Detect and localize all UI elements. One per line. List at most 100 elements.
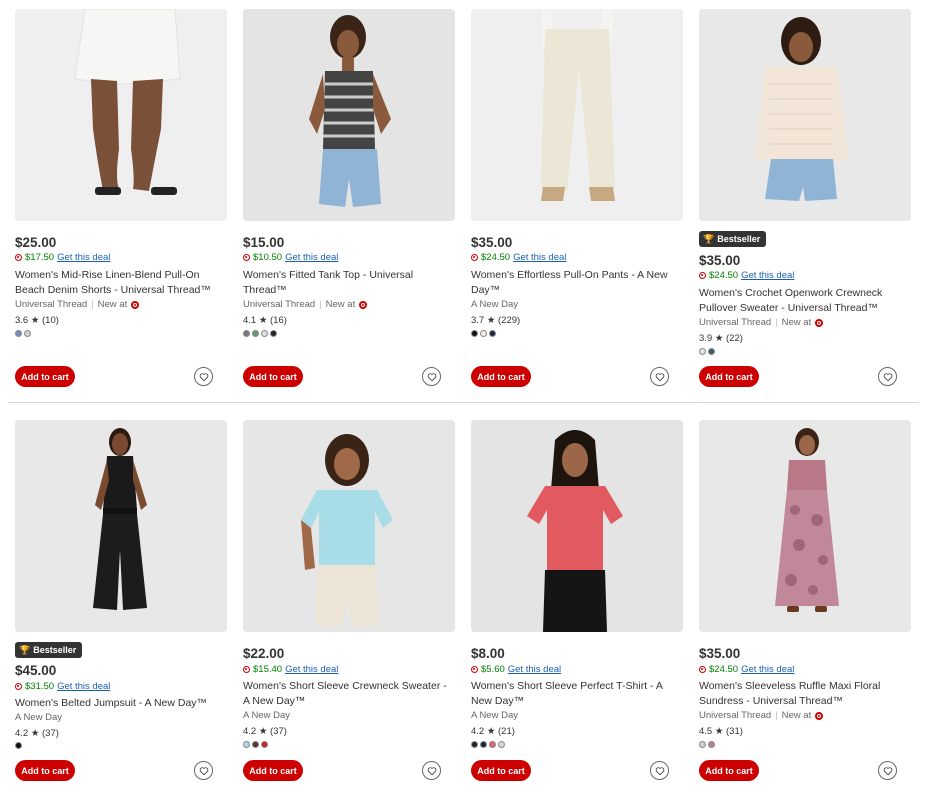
product-price: $35.00 xyxy=(699,646,741,661)
target-logo-icon xyxy=(131,300,140,309)
brand-name[interactable]: Universal Thread xyxy=(243,299,315,310)
get-deal-link[interactable]: Get this deal xyxy=(508,664,561,675)
product-title[interactable]: Women's Short Sleeve Crewneck Sweater - … xyxy=(243,679,455,709)
color-swatch[interactable] xyxy=(489,330,496,337)
color-swatch[interactable] xyxy=(252,330,259,337)
color-swatch[interactable] xyxy=(252,741,259,748)
color-swatch[interactable] xyxy=(489,741,496,748)
get-deal-link[interactable]: Get this deal xyxy=(741,270,794,281)
get-deal-link[interactable]: Get this deal xyxy=(57,252,110,263)
product-card[interactable]: 🏆 Bestseller $35.00 $24.50 Get this deal… xyxy=(699,9,911,389)
brand-row: Universal Thread | New at xyxy=(243,299,368,310)
product-rating[interactable]: 3.7 ★ (229) xyxy=(471,315,520,326)
product-card[interactable]: $8.00 $5.60 Get this deal Women's Short … xyxy=(471,420,683,790)
circle-offer-icon xyxy=(471,254,478,261)
product-image[interactable] xyxy=(243,9,455,221)
favorite-button[interactable] xyxy=(422,367,441,386)
product-title[interactable]: Women's Short Sleeve Perfect T-Shirt - A… xyxy=(471,679,683,709)
get-deal-link[interactable]: Get this deal xyxy=(57,681,110,692)
product-rating[interactable]: 4.2 ★ (21) xyxy=(471,726,515,737)
product-title[interactable]: Women's Belted Jumpsuit - A New Day™ xyxy=(15,696,227,711)
brand-name[interactable]: A New Day xyxy=(243,710,290,721)
product-title[interactable]: Women's Crochet Openwork Crewneck Pullov… xyxy=(699,286,911,316)
add-to-cart-button[interactable]: Add to cart xyxy=(243,366,303,387)
add-to-cart-button[interactable]: Add to cart xyxy=(243,760,303,781)
color-swatch[interactable] xyxy=(498,741,505,748)
favorite-button[interactable] xyxy=(194,367,213,386)
color-swatch[interactable] xyxy=(708,348,715,355)
circle-offer-icon xyxy=(699,272,706,279)
product-card[interactable]: $25.00 $17.50 Get this deal Women's Mid-… xyxy=(15,9,227,389)
circle-offer-icon xyxy=(15,254,22,261)
product-title[interactable]: Women's Fitted Tank Top - Universal Thre… xyxy=(243,268,455,298)
color-swatch[interactable] xyxy=(24,330,31,337)
color-swatch[interactable] xyxy=(15,742,22,749)
color-swatch[interactable] xyxy=(15,330,22,337)
add-to-cart-button[interactable]: Add to cart xyxy=(15,760,75,781)
product-price: $15.00 xyxy=(243,235,285,250)
favorite-button[interactable] xyxy=(650,367,669,386)
product-image[interactable] xyxy=(15,9,227,221)
brand-name[interactable]: A New Day xyxy=(15,712,62,723)
favorite-button[interactable] xyxy=(878,367,897,386)
get-deal-link[interactable]: Get this deal xyxy=(513,252,566,263)
color-swatch[interactable] xyxy=(708,741,715,748)
product-image[interactable] xyxy=(471,420,683,632)
product-rating[interactable]: 4.1 ★ (16) xyxy=(243,315,287,326)
color-swatch[interactable] xyxy=(699,741,706,748)
brand-name[interactable]: A New Day xyxy=(471,710,518,721)
color-swatch[interactable] xyxy=(261,741,268,748)
add-to-cart-button[interactable]: Add to cart xyxy=(699,760,759,781)
product-card[interactable]: $15.00 $10.50 Get this deal Women's Fitt… xyxy=(243,9,455,389)
product-card[interactable]: $35.00 $24.50 Get this deal Women's Effo… xyxy=(471,9,683,389)
favorite-button[interactable] xyxy=(422,761,441,780)
deal-price: $24.50 xyxy=(709,270,739,281)
color-swatch[interactable] xyxy=(270,330,277,337)
product-image[interactable] xyxy=(243,420,455,632)
product-rating[interactable]: 4.2 ★ (37) xyxy=(15,728,59,739)
favorite-button[interactable] xyxy=(878,761,897,780)
heart-icon xyxy=(427,372,436,381)
product-image[interactable] xyxy=(471,9,683,221)
color-swatch[interactable] xyxy=(471,741,478,748)
brand-name[interactable]: A New Day xyxy=(471,299,518,310)
product-rating[interactable]: 3.6 ★ (10) xyxy=(15,315,59,326)
product-title[interactable]: Women's Effortless Pull-On Pants - A New… xyxy=(471,268,683,298)
color-swatch[interactable] xyxy=(480,741,487,748)
product-title[interactable]: Women's Mid-Rise Linen-Blend Pull-On Bea… xyxy=(15,268,227,298)
product-rating[interactable]: 3.9 ★ (22) xyxy=(699,333,743,344)
add-to-cart-button[interactable]: Add to cart xyxy=(471,366,531,387)
get-deal-link[interactable]: Get this deal xyxy=(741,664,794,675)
color-swatch[interactable] xyxy=(480,330,487,337)
product-image[interactable] xyxy=(15,420,227,632)
color-swatch[interactable] xyxy=(243,330,250,337)
heart-icon xyxy=(199,766,208,775)
color-swatch[interactable] xyxy=(261,330,268,337)
color-swatch[interactable] xyxy=(699,348,706,355)
product-image[interactable] xyxy=(699,420,911,632)
get-deal-link[interactable]: Get this deal xyxy=(285,664,338,675)
product-card[interactable]: $22.00 $15.40 Get this deal Women's Shor… xyxy=(243,420,455,790)
product-card[interactable]: $35.00 $24.50 Get this deal Women's Slee… xyxy=(699,420,911,790)
brand-name[interactable]: Universal Thread xyxy=(15,299,87,310)
add-to-cart-button[interactable]: Add to cart xyxy=(471,760,531,781)
color-swatch[interactable] xyxy=(471,330,478,337)
get-deal-link[interactable]: Get this deal xyxy=(285,252,338,263)
color-swatch[interactable] xyxy=(243,741,250,748)
product-title[interactable]: Women's Sleeveless Ruffle Maxi Floral Su… xyxy=(699,679,911,709)
brand-name[interactable]: Universal Thread xyxy=(699,317,771,328)
heart-icon xyxy=(655,372,664,381)
product-image[interactable] xyxy=(699,9,911,221)
bestseller-badge: 🏆 Bestseller xyxy=(699,231,767,247)
target-logo-icon xyxy=(359,300,368,309)
add-to-cart-button[interactable]: Add to cart xyxy=(699,366,759,387)
add-to-cart-button[interactable]: Add to cart xyxy=(15,366,75,387)
deal-price: $24.50 xyxy=(709,664,739,675)
product-rating[interactable]: 4.2 ★ (37) xyxy=(243,726,287,737)
favorite-button[interactable] xyxy=(194,761,213,780)
brand-name[interactable]: Universal Thread xyxy=(699,710,771,721)
favorite-button[interactable] xyxy=(650,761,669,780)
product-card[interactable]: 🏆 Bestseller $45.00 $31.50 Get this deal… xyxy=(15,420,227,790)
product-rating[interactable]: 4.5 ★ (31) xyxy=(699,726,743,737)
color-swatches xyxy=(15,742,22,749)
